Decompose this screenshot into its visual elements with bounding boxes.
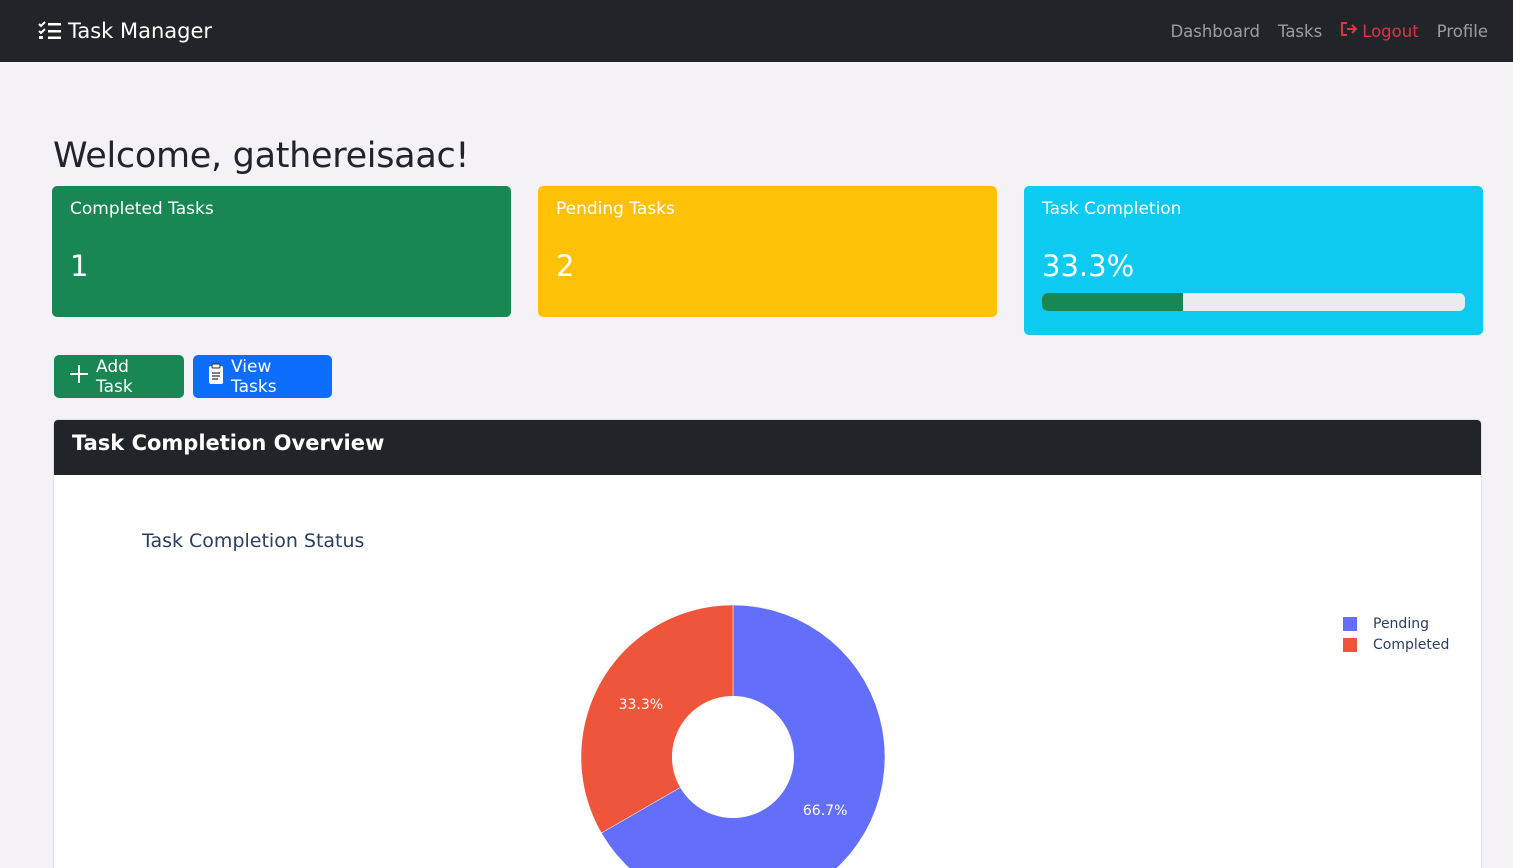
task-completion-overview-panel: Task Completion Overview Task Completion… <box>53 419 1482 868</box>
add-task-button[interactable]: Add Task <box>54 355 184 398</box>
logout-icon <box>1340 21 1358 41</box>
legend-label-completed: Completed <box>1373 636 1450 653</box>
slice-completed[interactable] <box>580 604 734 834</box>
nav-profile[interactable]: Profile <box>1437 22 1488 41</box>
welcome-heading: Welcome, gathereisaac! <box>53 136 470 176</box>
navbar: Task Manager Dashboard Tasks Logout Prof… <box>0 0 1513 62</box>
overview-header: Task Completion Overview <box>54 420 1481 475</box>
slice-label-completed: 33.3% <box>619 697 663 713</box>
legend-swatch-pending <box>1343 616 1357 631</box>
pending-tasks-card: Pending Tasks 2 <box>538 186 997 317</box>
plus-icon <box>68 363 90 390</box>
completed-tasks-value: 1 <box>70 249 89 283</box>
task-completion-title: Task Completion <box>1042 199 1182 219</box>
brand-text: Task Manager <box>68 19 213 43</box>
task-completion-value: 33.3% <box>1042 249 1135 283</box>
completed-tasks-card: Completed Tasks 1 <box>52 186 511 317</box>
chart-legend: Pending Completed <box>1343 613 1449 655</box>
nav-links: Dashboard Tasks Logout Profile <box>1170 21 1488 41</box>
nav-dashboard[interactable]: Dashboard <box>1170 22 1260 41</box>
pending-tasks-value: 2 <box>556 249 575 283</box>
logout-label: Logout <box>1362 21 1419 41</box>
nav-tasks[interactable]: Tasks <box>1278 22 1322 41</box>
task-completion-progress <box>1042 293 1465 311</box>
completed-tasks-title: Completed Tasks <box>70 199 214 219</box>
nav-logout[interactable]: Logout <box>1340 21 1419 41</box>
legend-label-pending: Pending <box>1373 615 1429 632</box>
legend-item-pending[interactable]: Pending <box>1343 613 1449 634</box>
task-list-icon <box>38 21 62 41</box>
legend-item-completed[interactable]: Completed <box>1343 634 1449 655</box>
slice-label-pending: 66.7% <box>803 803 847 819</box>
view-tasks-button[interactable]: View Tasks <box>193 355 332 398</box>
pending-tasks-title: Pending Tasks <box>556 199 675 219</box>
legend-swatch-completed <box>1343 637 1357 652</box>
clipboard-icon <box>207 363 225 390</box>
brand-link[interactable]: Task Manager <box>38 19 212 43</box>
task-completion-card: Task Completion 33.3% <box>1024 186 1483 335</box>
progress-bar-fill <box>1042 293 1183 311</box>
donut-chart: 66.7% 33.3% <box>580 604 886 868</box>
add-task-label: Add Task <box>96 356 133 397</box>
view-tasks-label: View Tasks <box>231 356 277 397</box>
